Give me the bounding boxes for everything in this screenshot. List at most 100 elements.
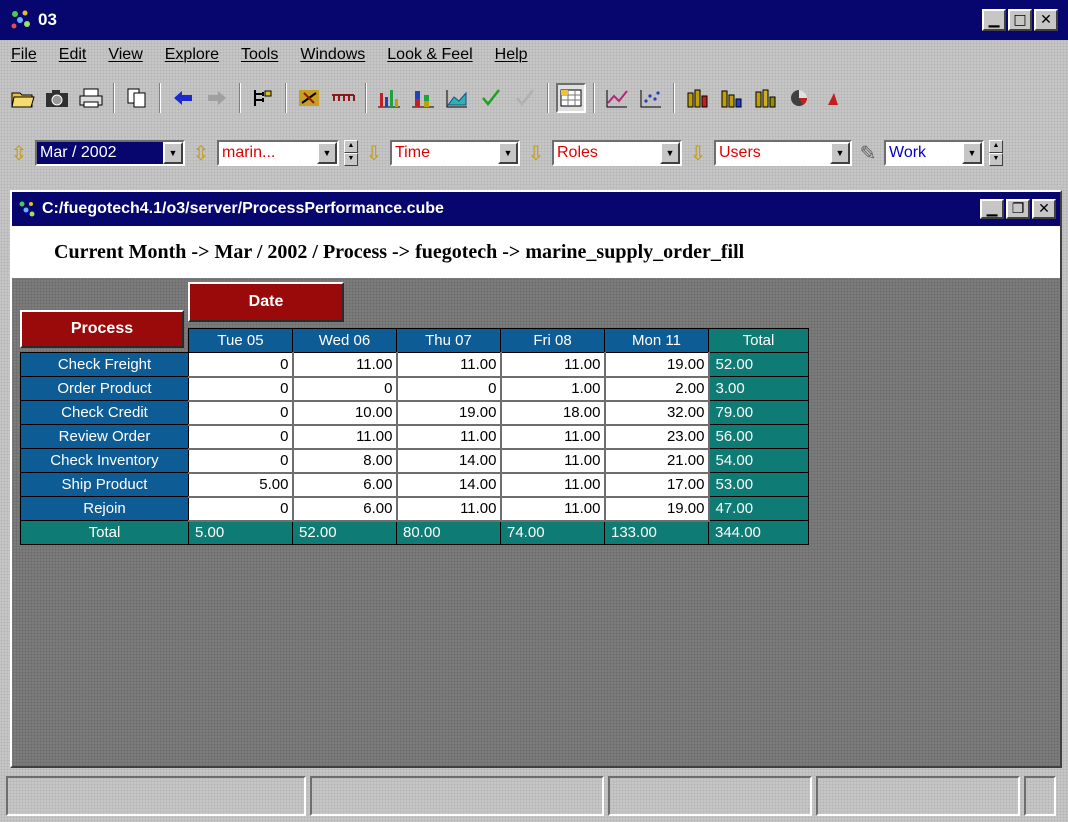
process-select[interactable]: marin... ▼: [217, 140, 339, 166]
table-cell[interactable]: 2.00: [604, 376, 710, 402]
row-header[interactable]: Check Credit: [20, 400, 189, 425]
maximize-button[interactable]: □: [1008, 9, 1032, 31]
ruler-icon[interactable]: ✎: [857, 141, 879, 166]
column-header[interactable]: Fri 08: [500, 328, 605, 353]
row-header[interactable]: Check Freight: [20, 352, 189, 377]
table-cell[interactable]: 23.00: [604, 424, 710, 450]
row-total-cell[interactable]: 56.00: [708, 424, 809, 449]
dropdown-arrow-icon[interactable]: ▼: [498, 142, 518, 164]
date-dimension-button[interactable]: Date: [188, 282, 344, 322]
table-cell[interactable]: 11.00: [500, 448, 606, 474]
table-cell[interactable]: 11.00: [396, 352, 502, 378]
up-down-arrow-icon[interactable]: ⇳: [190, 141, 212, 166]
column-total-cell[interactable]: 80.00: [396, 520, 501, 545]
menu-edit[interactable]: Edit: [48, 46, 98, 64]
table-cell[interactable]: 8.00: [292, 448, 398, 474]
process-spinner[interactable]: ▲ ▼: [344, 140, 358, 166]
table-cell[interactable]: 19.00: [604, 496, 710, 522]
scatter-chart-icon[interactable]: [636, 83, 666, 113]
total-row-header[interactable]: Total: [20, 520, 189, 545]
table-cell[interactable]: 0: [292, 376, 398, 402]
back-arrow-icon[interactable]: [168, 83, 198, 113]
work-select[interactable]: Work ▼: [884, 140, 984, 166]
users-select[interactable]: Users ▼: [714, 140, 852, 166]
table-cell[interactable]: 11.00: [292, 424, 398, 450]
table-cell[interactable]: 0: [188, 400, 294, 426]
down-arrow-icon[interactable]: ⇩: [363, 141, 385, 166]
filter-icon[interactable]: [328, 83, 358, 113]
table-cell[interactable]: 11.00: [396, 424, 502, 450]
column-total-cell[interactable]: 5.00: [188, 520, 293, 545]
down-arrow-icon[interactable]: ⇩: [525, 141, 547, 166]
row-total-cell[interactable]: 79.00: [708, 400, 809, 425]
dropdown-arrow-icon[interactable]: ▼: [317, 142, 337, 164]
table-cell[interactable]: 1.00: [500, 376, 606, 402]
menu-look-and-feel[interactable]: Look & Feel: [376, 46, 483, 64]
line-chart-icon[interactable]: [602, 83, 632, 113]
table-cell[interactable]: 5.00: [188, 472, 294, 498]
spin-down-icon[interactable]: ▼: [344, 153, 358, 166]
uncheck-icon[interactable]: [510, 83, 540, 113]
cube-close-button[interactable]: ✕: [1032, 199, 1056, 219]
table-cell[interactable]: 0: [396, 376, 502, 402]
table-cell[interactable]: 0: [188, 352, 294, 378]
dropdown-arrow-icon[interactable]: ▼: [962, 142, 982, 164]
dropdown-arrow-icon[interactable]: ▼: [163, 142, 183, 164]
row-header[interactable]: Check Inventory: [20, 448, 189, 473]
row-total-cell[interactable]: 54.00: [708, 448, 809, 473]
stacked-bar-chart-icon[interactable]: [408, 83, 438, 113]
table-cell[interactable]: 11.00: [500, 472, 606, 498]
hierarchy-icon[interactable]: [248, 83, 278, 113]
column-header[interactable]: Wed 06: [292, 328, 397, 353]
cube-restore-button[interactable]: ❐: [1006, 199, 1030, 219]
time-select[interactable]: Time ▼: [390, 140, 520, 166]
print-icon[interactable]: [76, 83, 106, 113]
column-header[interactable]: Thu 07: [396, 328, 501, 353]
down-arrow-icon[interactable]: ⇩: [687, 141, 709, 166]
swap-axes-icon[interactable]: [294, 83, 324, 113]
row-total-cell[interactable]: 53.00: [708, 472, 809, 497]
dropdown-arrow-icon[interactable]: ▼: [660, 142, 680, 164]
camera-icon[interactable]: [42, 83, 72, 113]
row-total-cell[interactable]: 3.00: [708, 376, 809, 401]
table-cell[interactable]: 0: [188, 424, 294, 450]
table-cell[interactable]: 19.00: [396, 400, 502, 426]
table-cell[interactable]: 21.00: [604, 448, 710, 474]
column-header[interactable]: Tue 05: [188, 328, 293, 353]
total-column-header[interactable]: Total: [708, 328, 809, 353]
table-cell[interactable]: 6.00: [292, 472, 398, 498]
table-cell[interactable]: 11.00: [500, 496, 606, 522]
row-header[interactable]: Rejoin: [20, 496, 189, 521]
table-cell[interactable]: 10.00: [292, 400, 398, 426]
row-total-cell[interactable]: 52.00: [708, 352, 809, 377]
spin-up-icon[interactable]: ▲: [344, 140, 358, 153]
table-cell[interactable]: 0: [188, 448, 294, 474]
menu-file[interactable]: File: [0, 46, 48, 64]
menu-tools[interactable]: Tools: [230, 46, 289, 64]
table-cell[interactable]: 11.00: [500, 352, 606, 378]
open-icon[interactable]: [8, 83, 38, 113]
spin-down-icon[interactable]: ▼: [989, 153, 1003, 166]
spin-up-icon[interactable]: ▲: [989, 140, 1003, 153]
table-cell[interactable]: 18.00: [500, 400, 606, 426]
grand-total-cell[interactable]: 344.00: [708, 520, 809, 545]
check-icon[interactable]: [476, 83, 506, 113]
table-cell[interactable]: 0: [188, 376, 294, 402]
table-cell[interactable]: 14.00: [396, 472, 502, 498]
up-down-arrow-icon[interactable]: ⇳: [8, 141, 30, 166]
menu-help[interactable]: Help: [484, 46, 539, 64]
table-cell[interactable]: 11.00: [500, 424, 606, 450]
menu-windows[interactable]: Windows: [289, 46, 376, 64]
table-cell[interactable]: 19.00: [604, 352, 710, 378]
grid-view-icon[interactable]: [556, 83, 586, 113]
month-select[interactable]: Mar / 2002 ▼: [35, 140, 185, 166]
row-header[interactable]: Review Order: [20, 424, 189, 449]
3d-bar-chart-alt-icon[interactable]: [716, 83, 746, 113]
column-header[interactable]: Mon 11: [604, 328, 709, 353]
column-total-cell[interactable]: 133.00: [604, 520, 709, 545]
row-header[interactable]: Ship Product: [20, 472, 189, 497]
area-chart-icon[interactable]: [442, 83, 472, 113]
dropdown-arrow-icon[interactable]: ▼: [830, 142, 850, 164]
3d-bar-chart-icon[interactable]: [682, 83, 712, 113]
row-total-cell[interactable]: 47.00: [708, 496, 809, 521]
